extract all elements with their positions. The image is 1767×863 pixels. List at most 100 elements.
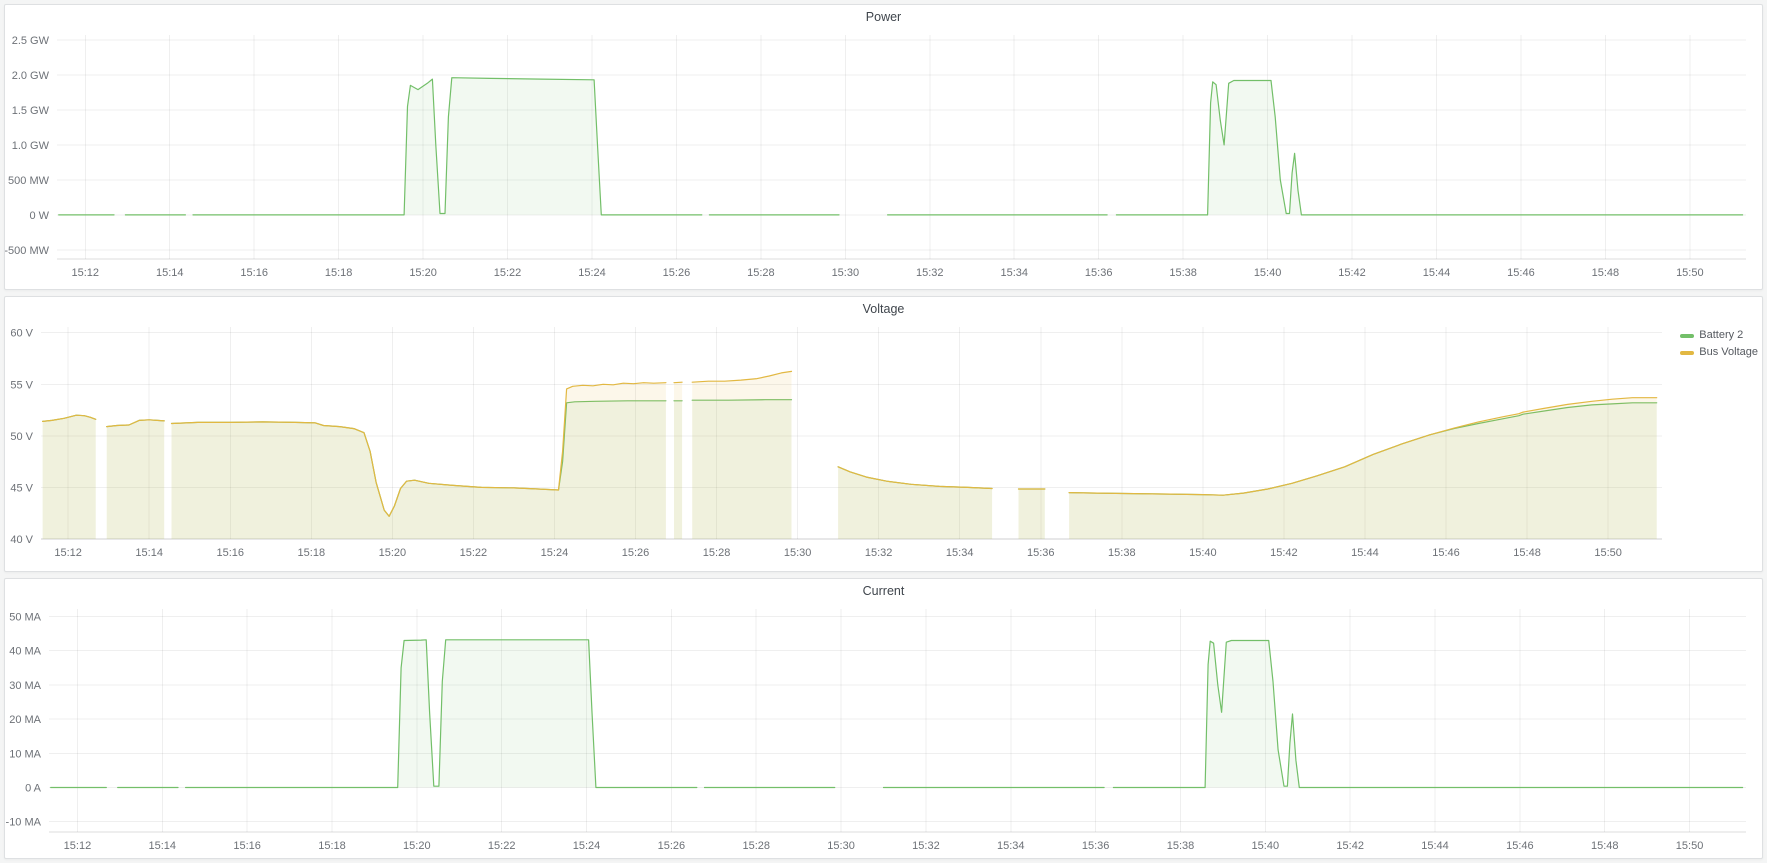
svg-text:15:30: 15:30 bbox=[827, 840, 855, 852]
svg-text:15:48: 15:48 bbox=[1592, 267, 1620, 279]
bus-voltage-series bbox=[43, 371, 1657, 539]
svg-text:15:32: 15:32 bbox=[916, 267, 944, 279]
svg-text:15:12: 15:12 bbox=[64, 840, 92, 852]
svg-text:60 V: 60 V bbox=[10, 328, 33, 340]
legend-label: Battery 2 bbox=[1699, 329, 1743, 342]
panel-voltage-title[interactable]: Voltage bbox=[5, 297, 1762, 319]
legend-swatch bbox=[1680, 351, 1694, 355]
svg-text:15:50: 15:50 bbox=[1676, 267, 1704, 279]
svg-text:15:20: 15:20 bbox=[409, 267, 437, 279]
svg-text:15:22: 15:22 bbox=[494, 267, 522, 279]
svg-text:-10 MA: -10 MA bbox=[6, 817, 42, 829]
y-axis: -500 MW0 W500 MW1.0 GW1.5 GW2.0 GW2.5 GW bbox=[5, 35, 50, 257]
panel-current: Current -10 MA0 A10 MA20 MA30 MA40 MA50 … bbox=[4, 578, 1763, 859]
svg-text:-500 MW: -500 MW bbox=[5, 245, 50, 257]
panel-current-title[interactable]: Current bbox=[5, 579, 1762, 601]
svg-text:15:26: 15:26 bbox=[663, 267, 691, 279]
svg-text:40 V: 40 V bbox=[10, 534, 33, 546]
svg-text:15:42: 15:42 bbox=[1336, 840, 1364, 852]
svg-text:15:24: 15:24 bbox=[573, 840, 601, 852]
svg-text:15:28: 15:28 bbox=[747, 267, 775, 279]
svg-text:15:48: 15:48 bbox=[1591, 840, 1619, 852]
svg-text:15:16: 15:16 bbox=[240, 267, 268, 279]
svg-text:15:14: 15:14 bbox=[149, 840, 177, 852]
power-chart[interactable]: -500 MW0 W500 MW1.0 GW1.5 GW2.0 GW2.5 GW… bbox=[5, 27, 1762, 289]
svg-text:15:18: 15:18 bbox=[298, 547, 326, 559]
svg-text:15:22: 15:22 bbox=[488, 840, 516, 852]
svg-text:15:42: 15:42 bbox=[1270, 547, 1298, 559]
svg-text:15:44: 15:44 bbox=[1423, 267, 1451, 279]
svg-text:15:38: 15:38 bbox=[1108, 547, 1136, 559]
svg-text:15:48: 15:48 bbox=[1513, 547, 1541, 559]
svg-text:20 MA: 20 MA bbox=[9, 714, 41, 726]
svg-text:45 V: 45 V bbox=[10, 482, 33, 494]
svg-text:15:34: 15:34 bbox=[1000, 267, 1028, 279]
svg-text:0 W: 0 W bbox=[29, 210, 49, 222]
legend-swatch bbox=[1680, 334, 1694, 338]
svg-text:15:36: 15:36 bbox=[1027, 547, 1055, 559]
svg-text:15:30: 15:30 bbox=[784, 547, 812, 559]
current-chart[interactable]: -10 MA0 A10 MA20 MA30 MA40 MA50 MA15:121… bbox=[5, 601, 1762, 858]
svg-text:15:14: 15:14 bbox=[135, 547, 163, 559]
svg-text:15:40: 15:40 bbox=[1254, 267, 1282, 279]
svg-text:15:32: 15:32 bbox=[912, 840, 940, 852]
voltage-chart[interactable]: 40 V 45 V 50 V 55 V 60 V 15:12 15:14 15:16 15:18… bbox=[5, 319, 1762, 571]
svg-text:15:44: 15:44 bbox=[1351, 547, 1379, 559]
svg-text:10 MA: 10 MA bbox=[9, 748, 41, 760]
svg-text:15:34: 15:34 bbox=[997, 840, 1025, 852]
svg-text:15:50: 15:50 bbox=[1594, 547, 1622, 559]
svg-text:15:46: 15:46 bbox=[1506, 840, 1534, 852]
x-axis: 15:12 15:14 15:16 15:18 15:20 15:22 15:24 15:26… bbox=[57, 259, 1746, 279]
svg-text:15:24: 15:24 bbox=[578, 267, 606, 279]
svg-text:15:18: 15:18 bbox=[325, 267, 353, 279]
legend-item-battery-2[interactable]: Battery 2 bbox=[1680, 329, 1758, 342]
svg-text:40 MA: 40 MA bbox=[9, 646, 41, 658]
svg-text:15:36: 15:36 bbox=[1082, 840, 1110, 852]
svg-text:500 MW: 500 MW bbox=[8, 175, 50, 187]
svg-text:50 MA: 50 MA bbox=[9, 612, 41, 624]
gridlines bbox=[49, 609, 1746, 832]
power-plot-svg: -500 MW0 W500 MW1.0 GW1.5 GW2.0 GW2.5 GW… bbox=[5, 27, 1762, 289]
legend-label: Bus Voltage bbox=[1699, 346, 1758, 359]
svg-text:50 V: 50 V bbox=[10, 431, 33, 443]
svg-text:15:44: 15:44 bbox=[1421, 840, 1449, 852]
svg-text:55 V: 55 V bbox=[10, 379, 33, 391]
svg-text:15:12: 15:12 bbox=[72, 267, 100, 279]
svg-text:15:20: 15:20 bbox=[403, 840, 431, 852]
x-axis: 15:1215:1415:1615:1815:2015:2215:2415:26… bbox=[49, 832, 1746, 852]
svg-text:15:40: 15:40 bbox=[1189, 547, 1217, 559]
svg-text:15:16: 15:16 bbox=[216, 547, 244, 559]
panel-power: Power -500 MW0 W500 MW1.0 GW1.5 GW2.0 GW… bbox=[4, 4, 1763, 290]
y-axis: 40 V 45 V 50 V 55 V 60 V bbox=[10, 328, 33, 546]
svg-text:15:12: 15:12 bbox=[54, 547, 82, 559]
panel-voltage: Voltage 40 V 45 V 50 V 55 V 60 V 15:12 15:14 15… bbox=[4, 296, 1763, 572]
svg-text:15:38: 15:38 bbox=[1169, 267, 1197, 279]
svg-text:15:24: 15:24 bbox=[541, 547, 569, 559]
svg-text:15:46: 15:46 bbox=[1507, 267, 1535, 279]
svg-text:15:36: 15:36 bbox=[1085, 267, 1113, 279]
svg-text:30 MA: 30 MA bbox=[9, 680, 41, 692]
svg-text:15:26: 15:26 bbox=[622, 547, 650, 559]
panel-power-title[interactable]: Power bbox=[5, 5, 1762, 27]
svg-text:15:28: 15:28 bbox=[742, 840, 770, 852]
voltage-plot-svg: 40 V 45 V 50 V 55 V 60 V 15:12 15:14 15:16 15:18… bbox=[5, 319, 1762, 571]
power-series bbox=[59, 78, 1743, 215]
svg-text:15:40: 15:40 bbox=[1252, 840, 1280, 852]
x-axis: 15:1215:1415:1615:1815:2015:2215:2415:26… bbox=[41, 539, 1662, 559]
current-series bbox=[51, 640, 1743, 788]
svg-text:2.0 GW: 2.0 GW bbox=[12, 70, 50, 82]
svg-text:1.0 GW: 1.0 GW bbox=[12, 140, 50, 152]
svg-text:15:18: 15:18 bbox=[318, 840, 346, 852]
legend: Battery 2 Bus Voltage bbox=[1680, 329, 1758, 359]
svg-text:15:38: 15:38 bbox=[1167, 840, 1195, 852]
svg-text:15:50: 15:50 bbox=[1676, 840, 1704, 852]
dashboard: Power -500 MW0 W500 MW1.0 GW1.5 GW2.0 GW… bbox=[0, 0, 1767, 863]
svg-text:15:14: 15:14 bbox=[156, 267, 184, 279]
svg-text:15:26: 15:26 bbox=[658, 840, 686, 852]
legend-item-bus-voltage[interactable]: Bus Voltage bbox=[1680, 346, 1758, 359]
svg-text:15:28: 15:28 bbox=[703, 547, 731, 559]
svg-text:15:46: 15:46 bbox=[1432, 547, 1460, 559]
svg-text:15:30: 15:30 bbox=[832, 267, 860, 279]
current-plot-svg: -10 MA0 A10 MA20 MA30 MA40 MA50 MA15:121… bbox=[5, 601, 1762, 858]
gridlines bbox=[57, 35, 1746, 259]
